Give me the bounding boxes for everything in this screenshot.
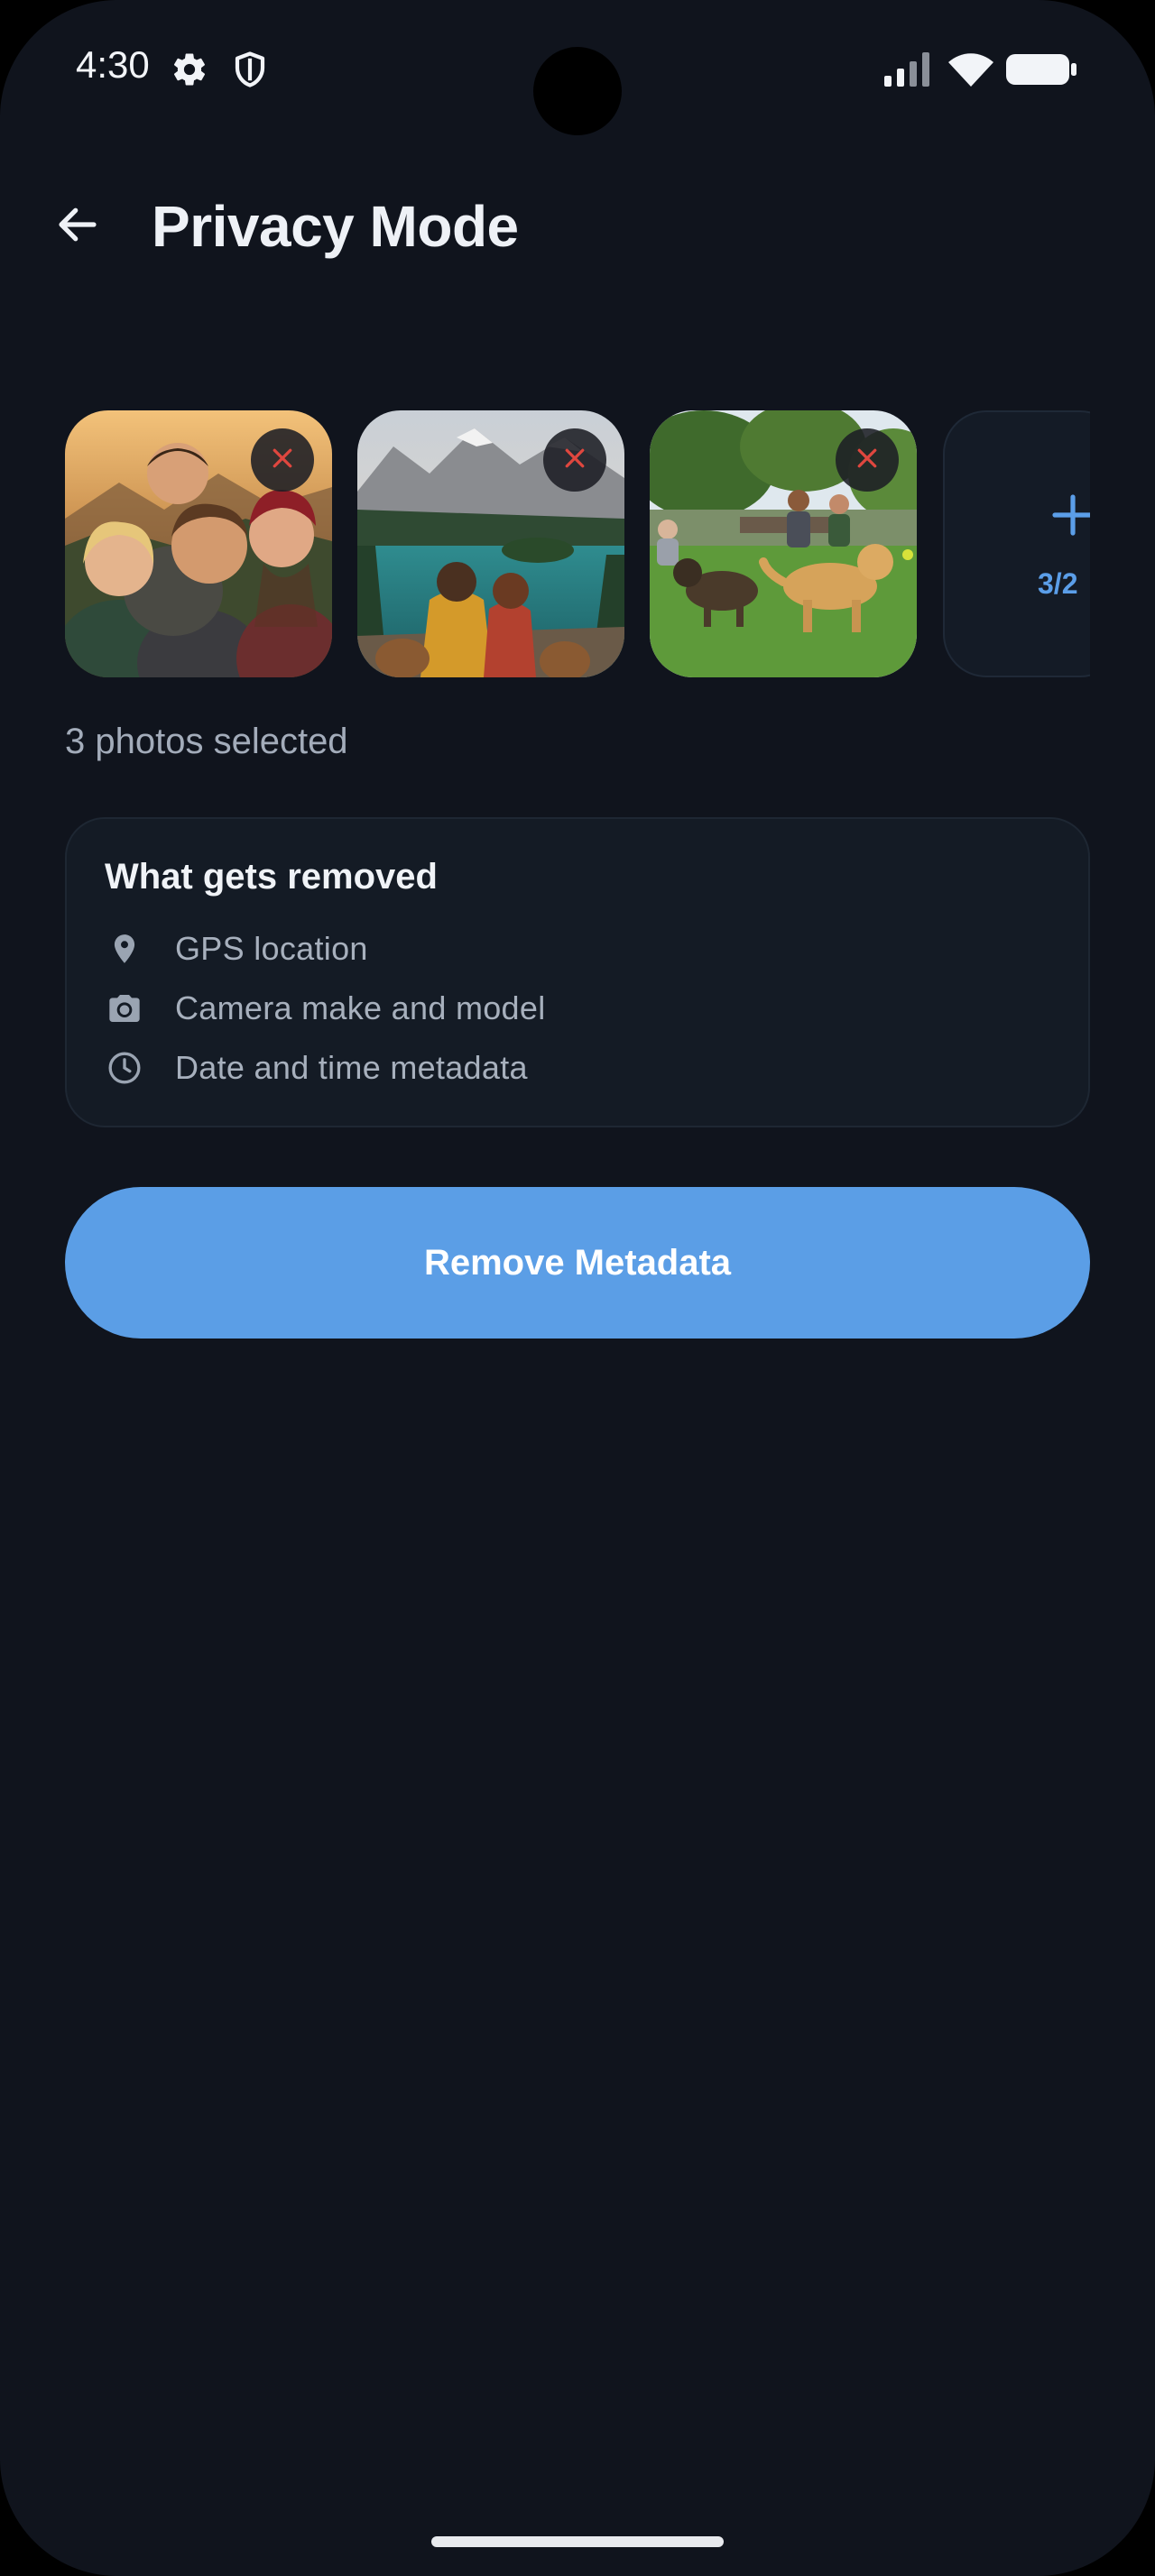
page-title: Privacy Mode [152, 194, 519, 259]
selected-count-label: 3 photos selected [65, 722, 348, 761]
photo-strip[interactable]: 3/2 [65, 410, 1090, 677]
camera-icon [105, 989, 144, 1028]
info-item-datetime: Date and time metadata [105, 1045, 528, 1090]
close-icon [854, 445, 881, 476]
remove-photo-button[interactable] [251, 428, 314, 492]
back-button[interactable] [42, 195, 114, 258]
photo-count-label: 3/2 [1038, 567, 1078, 600]
info-card: What gets removed GPS location Camera ma… [65, 817, 1090, 1127]
wifi-icon [947, 51, 994, 88]
plus-icon [1051, 493, 1090, 537]
app-bar: Privacy Mode [0, 180, 1155, 271]
phone-screen: 4:30 Privacy Mode 3/2 3 photos selected … [0, 0, 1155, 2576]
close-icon [561, 445, 588, 476]
battery-icon [1005, 51, 1079, 88]
info-item-label: Date and time metadata [175, 1049, 528, 1086]
info-item-camera: Camera make and model [105, 986, 546, 1031]
status-time: 4:30 [76, 43, 150, 86]
back-arrow-icon [53, 200, 102, 253]
signal-icon [882, 51, 933, 88]
camera-cutout [533, 47, 622, 135]
photo-thumbnail-lake-couple[interactable] [357, 410, 624, 677]
shield-icon [231, 51, 269, 88]
gear-icon [171, 51, 208, 88]
info-item-label: GPS location [175, 930, 368, 967]
photo-thumbnail-group-selfie[interactable] [65, 410, 332, 677]
close-icon [269, 445, 296, 476]
info-item-gps: GPS location [105, 926, 368, 971]
location-pin-icon [105, 929, 144, 969]
card-title: What gets removed [105, 857, 438, 897]
photo-thumbnail-park-dogs[interactable] [650, 410, 917, 677]
home-indicator[interactable] [431, 2536, 724, 2547]
add-photo-button[interactable]: 3/2 [943, 410, 1090, 677]
status-bar: 4:30 [0, 0, 1155, 144]
remove-photo-button[interactable] [543, 428, 606, 492]
remove-metadata-button[interactable]: Remove Metadata [65, 1187, 1090, 1339]
remove-photo-button[interactable] [836, 428, 899, 492]
clock-icon [105, 1048, 144, 1088]
info-item-label: Camera make and model [175, 989, 546, 1026]
